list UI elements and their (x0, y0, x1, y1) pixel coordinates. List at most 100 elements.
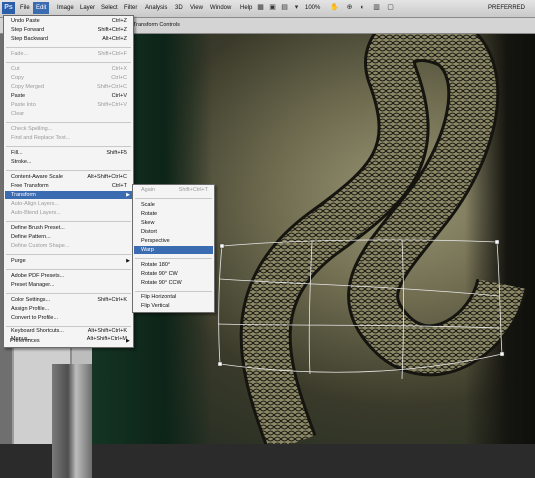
menu-define-pattern[interactable]: Define Pattern... (11, 234, 51, 240)
menu-fill[interactable]: Fill... (11, 150, 23, 156)
menu-content-aware-scale[interactable]: Content-Aware Scale (11, 174, 63, 180)
menu-edit[interactable]: Edit (33, 2, 50, 14)
shortcut-undo-paste: Ctrl+Z (111, 18, 127, 24)
shortcut-fill: Shift+F5 (106, 150, 127, 156)
menu-color-settings[interactable]: Color Settings... (11, 297, 50, 303)
menu-separator (6, 47, 131, 48)
menu-filter[interactable]: Filter (124, 5, 137, 11)
zoom-tool-icon[interactable]: ⊕ (345, 4, 354, 12)
menu-assign-profile[interactable]: Assign Profile... (11, 306, 49, 312)
menu-paste-into[interactable]: Paste Into (11, 102, 36, 108)
transform-rotate[interactable]: Rotate (141, 211, 157, 217)
bridge-icon[interactable]: ▦ (256, 4, 265, 12)
transform-submenu: Again Shift+Ctrl+T Scale Rotate Skew Dis… (132, 184, 215, 313)
menu-help[interactable]: Help (240, 5, 252, 11)
guides-icon[interactable]: ▤ (280, 4, 289, 12)
screen-mode-icon[interactable]: ▢ (386, 4, 395, 12)
transform-rotate-90-ccw[interactable]: Rotate 90° CCW (141, 280, 182, 286)
menu-convert-to-profile[interactable]: Convert to Profile... (11, 315, 58, 321)
transform-flip-vertical[interactable]: Flip Vertical (141, 303, 169, 309)
transform-scale[interactable]: Scale (141, 202, 155, 208)
menu-file[interactable]: File (20, 5, 30, 11)
menu-step-forward[interactable]: Step Forward (11, 27, 44, 33)
menu-view[interactable]: View (190, 5, 203, 11)
menu-analysis[interactable]: Analysis (145, 5, 167, 11)
shortcut-fade: Shift+Ctrl+F (97, 51, 127, 57)
edit-menu-dropdown: Undo Paste Ctrl+Z Step Forward Shift+Ctr… (3, 15, 134, 348)
transform-rotate-90-cw[interactable]: Rotate 90° CW (141, 271, 178, 277)
menu-separator (6, 146, 131, 147)
menu-adobe-pdf-presets[interactable]: Adobe PDF Presets... (11, 273, 64, 279)
menu-preferences[interactable]: Preferences (10, 338, 40, 344)
menu-separator (6, 293, 131, 294)
shortcut-content-aware-scale: Alt+Shift+Ctrl+C (87, 174, 127, 180)
submenu-arrow-icon: ▶ (126, 338, 130, 344)
menu-separator (6, 170, 131, 171)
menu-paste[interactable]: Paste (11, 93, 25, 99)
shortcut-keyboard-shortcuts: Alt+Shift+Ctrl+K (87, 328, 127, 334)
menu-3d[interactable]: 3D (175, 5, 183, 11)
shortcut-transform-again: Shift+Ctrl+T (178, 187, 208, 193)
arrange-documents-icon[interactable]: ▥ (372, 4, 381, 12)
menu-window[interactable]: Window (210, 5, 231, 11)
transform-warp[interactable]: Warp (141, 247, 154, 253)
menu-separator (6, 62, 131, 63)
menu-clear[interactable]: Clear (11, 111, 24, 117)
zoom-level[interactable]: 100% (305, 5, 320, 11)
transform-rotate-180[interactable]: Rotate 180° (141, 262, 170, 268)
transform-controls-label[interactable]: Transform Controls (133, 22, 180, 28)
menu-cut[interactable]: Cut (11, 66, 20, 72)
menu-separator (6, 221, 131, 222)
mini-bridge-icon[interactable]: ▣ (268, 4, 277, 12)
menu-stroke[interactable]: Stroke... (11, 159, 31, 165)
menu-transform[interactable]: Transform (11, 192, 36, 198)
menu-auto-blend-layers[interactable]: Auto-Blend Layers... (11, 210, 61, 216)
menu-purge[interactable]: Purge (11, 258, 26, 264)
menu-select[interactable]: Select (101, 5, 118, 11)
menu-define-custom-shape[interactable]: Define Custom Shape... (11, 243, 69, 249)
shortcut-copy-merged: Shift+Ctrl+C (97, 84, 127, 90)
menu-separator (135, 258, 212, 259)
submenu-arrow-icon: ▶ (126, 258, 130, 264)
menu-layer[interactable]: Layer (80, 5, 95, 11)
rotate-view-icon[interactable]: ◐ (358, 4, 367, 12)
transform-perspective[interactable]: Perspective (141, 238, 170, 244)
shortcut-cut: Ctrl+X (111, 66, 127, 72)
menu-step-backward[interactable]: Step Backward (11, 36, 48, 42)
shortcut-paste-into: Shift+Ctrl+V (97, 102, 127, 108)
menu-image[interactable]: Image (57, 5, 74, 11)
menu-separator (135, 198, 212, 199)
menu-free-transform[interactable]: Free Transform (11, 183, 49, 189)
menu-keyboard-shortcuts[interactable]: Keyboard Shortcuts... (11, 328, 64, 334)
menu-separator (6, 326, 131, 327)
menu-preset-manager[interactable]: Preset Manager... (11, 282, 54, 288)
shortcut-menus: Alt+Shift+Ctrl+M (86, 336, 127, 342)
transform-skew[interactable]: Skew (141, 220, 154, 226)
shortcut-step-backward: Alt+Ctrl+Z (102, 36, 127, 42)
shortcut-paste: Ctrl+V (111, 93, 127, 99)
zoom-level-icon[interactable]: ▾ (292, 4, 301, 12)
workspace-switcher[interactable]: PREFERRED (488, 5, 525, 11)
menu-define-brush-preset[interactable]: Define Brush Preset... (11, 225, 65, 231)
menu-separator (135, 291, 212, 292)
shortcut-free-transform: Ctrl+T (111, 183, 127, 189)
transform-again[interactable]: Again (141, 187, 155, 193)
transform-distort[interactable]: Distort (141, 229, 157, 235)
menu-check-spelling[interactable]: Check Spelling... (11, 126, 52, 132)
hand-tool-icon[interactable]: ✋ (330, 4, 339, 12)
shortcut-color-settings: Shift+Ctrl+K (97, 297, 127, 303)
submenu-arrow-icon: ▶ (126, 192, 130, 198)
photoshop-logo: Ps (2, 2, 15, 14)
panel-strip (52, 364, 92, 478)
menu-auto-align-layers[interactable]: Auto-Align Layers... (11, 201, 59, 207)
menu-separator (6, 269, 131, 270)
transform-flip-horizontal[interactable]: Flip Horizontal (141, 294, 176, 300)
menu-copy[interactable]: Copy (11, 75, 24, 81)
shortcut-copy: Ctrl+C (111, 75, 127, 81)
menu-separator (6, 254, 131, 255)
menu-find-replace[interactable]: Find and Replace Text... (11, 135, 70, 141)
menu-fade[interactable]: Fade... (11, 51, 28, 57)
menu-undo-paste[interactable]: Undo Paste (11, 18, 40, 24)
menu-copy-merged[interactable]: Copy Merged (11, 84, 44, 90)
menu-separator (6, 122, 131, 123)
